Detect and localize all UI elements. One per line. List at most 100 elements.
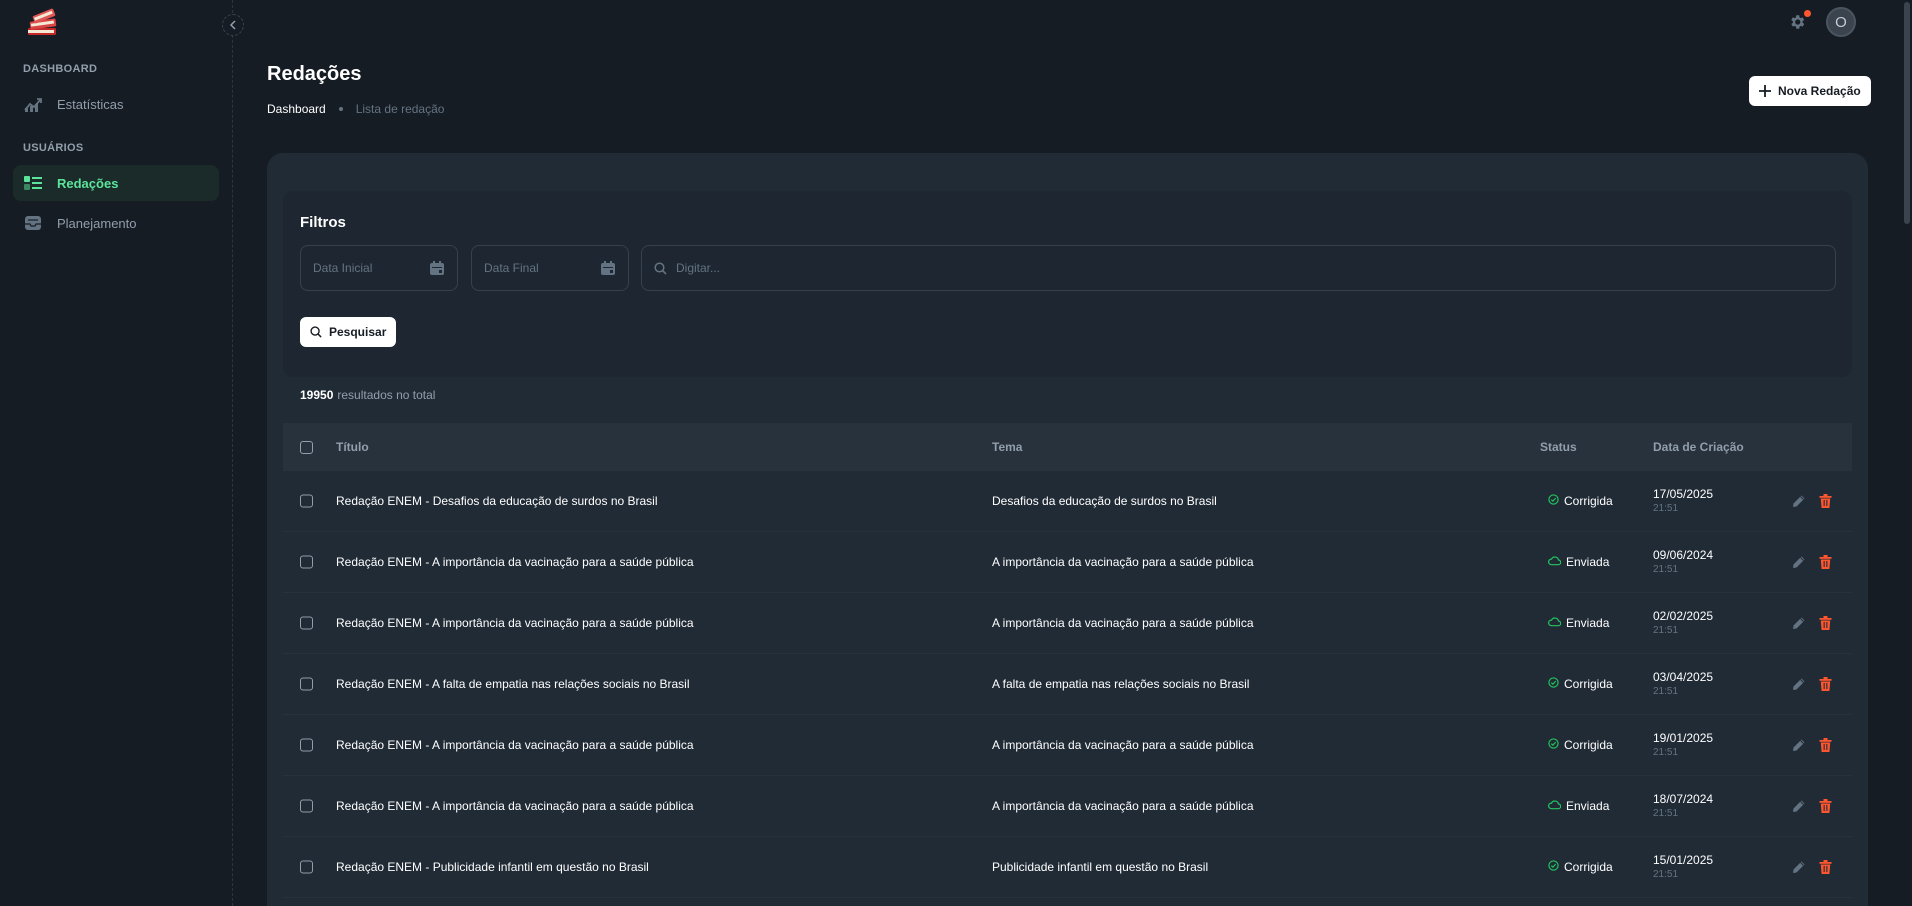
- row-title[interactable]: Redação ENEM - Publicidade infantil em q…: [336, 860, 649, 874]
- row-actions: [1792, 616, 1832, 630]
- row-created: 18/07/2024 21:51: [1653, 792, 1713, 820]
- notification-dot: [1804, 10, 1811, 17]
- new-redacao-button[interactable]: Nova Redação: [1749, 76, 1871, 106]
- search-input[interactable]: Digitar...: [641, 245, 1836, 291]
- row-time: 21:51: [1653, 625, 1679, 636]
- edit-pencil-icon[interactable]: [1792, 799, 1806, 813]
- delete-trash-icon[interactable]: [1819, 860, 1832, 874]
- row-checkbox[interactable]: [300, 799, 313, 813]
- row-title[interactable]: Redação ENEM - A falta de empatia nas re…: [336, 677, 690, 691]
- calendar-icon[interactable]: [600, 260, 616, 276]
- delete-trash-icon[interactable]: [1819, 616, 1832, 630]
- delete-trash-icon[interactable]: [1819, 677, 1832, 691]
- edit-pencil-icon[interactable]: [1792, 616, 1806, 630]
- column-header-created[interactable]: Data de Criação: [1653, 440, 1744, 454]
- edit-pencil-icon[interactable]: [1792, 494, 1806, 508]
- avatar[interactable]: O: [1826, 7, 1856, 37]
- edit-pencil-icon[interactable]: [1792, 677, 1806, 691]
- status-badge: Enviada: [1548, 555, 1609, 569]
- calendar-icon[interactable]: [429, 260, 445, 276]
- row-theme: Publicidade infantil em questão no Brasi…: [992, 860, 1209, 874]
- sidebar-item-label: Estatísticas: [57, 96, 124, 112]
- delete-trash-icon[interactable]: [1819, 494, 1832, 508]
- row-title[interactable]: Redação ENEM - A importância da vacinaçã…: [336, 799, 694, 813]
- table-body: Redação ENEM - Desafios da educação de s…: [283, 471, 1852, 898]
- row-actions: [1792, 555, 1832, 569]
- breadcrumb-separator: [338, 107, 343, 111]
- column-header-theme[interactable]: Tema: [992, 440, 1022, 454]
- table-row[interactable]: Redação ENEM - A importância da vacinaçã…: [283, 776, 1852, 837]
- cloud-icon: [1548, 555, 1562, 569]
- breadcrumb-current: Lista de redação: [355, 102, 445, 116]
- row-theme: Desafios da educação de surdos no Brasil: [992, 494, 1217, 508]
- start-date-field[interactable]: Data Inicial: [300, 245, 458, 291]
- row-title[interactable]: Redação ENEM - Desafios da educação de s…: [336, 494, 658, 508]
- sidebar-item-planejamento[interactable]: Planejamento: [13, 205, 219, 241]
- status-label: Corrigida: [1564, 860, 1613, 874]
- table-row[interactable]: Redação ENEM - Desafios da educação de s…: [283, 471, 1852, 532]
- page-title: Redações: [267, 63, 362, 85]
- row-title[interactable]: Redação ENEM - A importância da vacinaçã…: [336, 555, 694, 569]
- scrollbar-thumb[interactable]: [1904, 2, 1910, 224]
- row-checkbox[interactable]: [300, 677, 313, 691]
- row-checkbox[interactable]: [300, 555, 313, 569]
- plus-icon: [1759, 85, 1771, 97]
- row-checkbox[interactable]: [300, 494, 313, 508]
- column-header-status[interactable]: Status: [1540, 440, 1577, 454]
- edit-pencil-icon[interactable]: [1792, 555, 1806, 569]
- status-badge: Enviada: [1548, 799, 1609, 813]
- delete-trash-icon[interactable]: [1819, 555, 1832, 569]
- topbar-actions: O: [1786, 7, 1856, 37]
- row-actions: [1792, 677, 1832, 691]
- status-label: Enviada: [1566, 799, 1610, 813]
- settings-button[interactable]: [1786, 10, 1811, 33]
- edit-pencil-icon[interactable]: [1792, 860, 1806, 874]
- sidebar-item-estatisticas[interactable]: Estatísticas: [13, 86, 219, 122]
- row-title[interactable]: Redação ENEM - A importância da vacinaçã…: [336, 616, 694, 630]
- row-checkbox[interactable]: [300, 616, 313, 630]
- status-label: Corrigida: [1564, 677, 1613, 691]
- page-scrollbar[interactable]: [1902, 0, 1912, 906]
- collapse-sidebar-button[interactable]: [222, 14, 244, 36]
- row-theme: A importância da vacinação para a saúde …: [992, 616, 1254, 630]
- row-time: 21:51: [1653, 564, 1679, 575]
- status-label: Enviada: [1566, 616, 1610, 630]
- cloud-icon: [1548, 617, 1562, 627]
- column-header-title[interactable]: Título: [336, 440, 369, 454]
- status-badge: Corrigida: [1548, 738, 1613, 752]
- sidebar-item-redacoes[interactable]: Redações: [13, 165, 219, 201]
- breadcrumb: Dashboard Lista de redação: [267, 102, 444, 116]
- search-icon: [654, 261, 667, 275]
- check-circle-icon: [1548, 738, 1559, 752]
- row-checkbox[interactable]: [300, 860, 313, 874]
- nav-section-usuarios: USUÁRIOS: [23, 142, 84, 154]
- row-time: 21:51: [1653, 808, 1679, 819]
- breadcrumb-dashboard[interactable]: Dashboard: [267, 102, 326, 116]
- table-row[interactable]: Redação ENEM - A falta de empatia nas re…: [283, 654, 1852, 715]
- logo-books-icon[interactable]: [24, 6, 60, 40]
- row-created: 19/01/2025 21:51: [1653, 731, 1713, 759]
- search-button[interactable]: Pesquisar: [300, 317, 397, 347]
- row-title[interactable]: Redação ENEM - A importância da vacinaçã…: [336, 738, 694, 752]
- row-checkbox[interactable]: [300, 738, 313, 752]
- end-date-field[interactable]: Data Final: [471, 245, 629, 291]
- table-row[interactable]: Redação ENEM - A importância da vacinaçã…: [283, 532, 1852, 593]
- end-date-placeholder: Data Final: [484, 261, 539, 275]
- tray-icon: [23, 213, 43, 233]
- table-row[interactable]: Redação ENEM - Publicidade infantil em q…: [283, 837, 1852, 898]
- delete-trash-icon[interactable]: [1819, 799, 1832, 813]
- delete-trash-icon[interactable]: [1819, 738, 1832, 752]
- table-row[interactable]: Redação ENEM - A importância da vacinaçã…: [283, 715, 1852, 776]
- table-row[interactable]: Redação ENEM - A importância da vacinaçã…: [283, 593, 1852, 654]
- cloud-icon: [1548, 800, 1562, 810]
- select-all-checkbox[interactable]: [300, 440, 313, 454]
- row-date: 09/06/2024: [1653, 548, 1714, 562]
- edit-pencil-icon[interactable]: [1792, 738, 1806, 752]
- check-circle-icon: [1548, 494, 1559, 508]
- status-badge: Enviada: [1548, 616, 1609, 630]
- results-number: 19950: [300, 388, 334, 402]
- chart-icon: [23, 94, 43, 114]
- status-badge: Corrigida: [1548, 860, 1613, 874]
- check-circle-icon: [1548, 860, 1559, 874]
- results-label: resultados no total: [337, 388, 436, 402]
